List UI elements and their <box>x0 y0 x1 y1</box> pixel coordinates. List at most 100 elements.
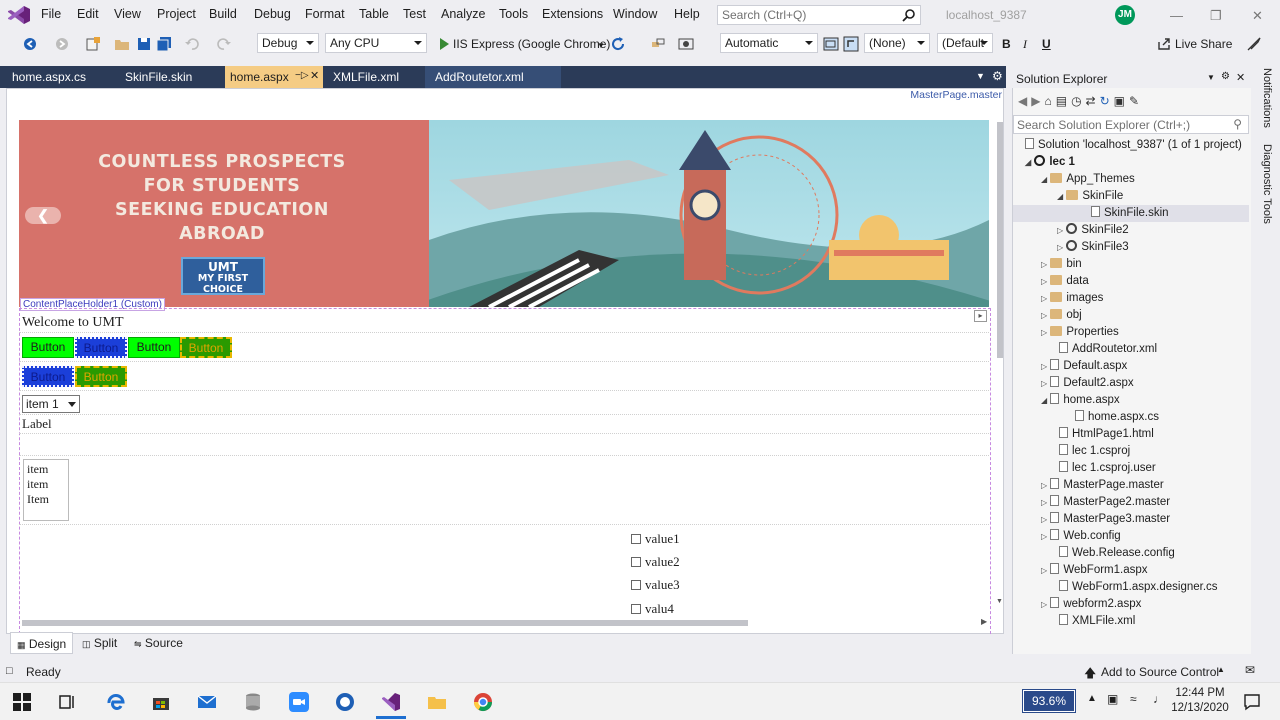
save-all-icon[interactable] <box>156 36 172 52</box>
tab-source[interactable]: ⇋ Source <box>128 632 189 654</box>
tab-list-dropdown-icon[interactable]: ▼ <box>976 71 985 81</box>
pin-icon[interactable]: −▷ <box>295 70 309 81</box>
solution-explorer-search-input[interactable]: Search Solution Explorer (Ctrl+;) ⚲ <box>1013 115 1249 134</box>
menu-build[interactable]: Build <box>209 7 237 21</box>
sync-icon[interactable]: ⇄ <box>1086 94 1100 108</box>
output-window-icon[interactable]: □ <box>6 665 13 677</box>
tree-node-solution[interactable]: Solution 'localhost_9387' (1 of 1 projec… <box>1013 137 1249 154</box>
auto-hide-pin-icon[interactable]: ⚙ <box>1221 71 1230 82</box>
live-share-icon[interactable] <box>1156 36 1172 52</box>
scrollbar-thumb[interactable] <box>22 620 748 626</box>
tree-node-file[interactable]: Web.Release.config <box>1013 545 1249 562</box>
checkbox-value1[interactable] <box>631 534 641 544</box>
expanded-arrow-icon[interactable]: ◢ <box>1057 192 1063 201</box>
tree-node-file[interactable]: HtmlPage1.html <box>1013 426 1249 443</box>
solution-platform-dropdown[interactable]: Any CPU <box>325 33 427 53</box>
close-icon[interactable]: ✕ <box>1252 8 1263 24</box>
tree-node-file[interactable]: WebForm1.aspx.designer.cs <box>1013 579 1249 596</box>
browser-link-icon[interactable] <box>650 36 666 52</box>
tab-home-aspx[interactable]: home.aspx −▷ ✕ <box>225 66 323 88</box>
app-shortcut-icon[interactable] <box>335 692 355 712</box>
tree-node-file[interactable]: ▷ webform2.aspx <box>1013 596 1249 613</box>
asp-button-3[interactable]: Button <box>128 337 180 358</box>
diagnostic-tools-tab[interactable]: Diagnostic Tools <box>1261 144 1273 224</box>
tree-node-file[interactable]: ▷ MasterPage.master <box>1013 477 1249 494</box>
collapsed-arrow-icon[interactable]: ▷ <box>1041 532 1047 541</box>
tab-split[interactable]: ◫ Split <box>76 632 123 654</box>
save-icon[interactable] <box>136 36 152 52</box>
switch-views-icon[interactable]: ▤ <box>1056 94 1071 108</box>
bold-button[interactable]: B <box>1002 37 1011 51</box>
tree-node-file[interactable]: AddRoutetor.xml <box>1013 341 1249 358</box>
show-hidden-icons-icon[interactable]: ▲ <box>1087 693 1097 704</box>
menu-file[interactable]: File <box>41 7 61 21</box>
open-folder-icon[interactable] <box>114 36 130 52</box>
menu-analyze[interactable]: Analyze <box>441 7 485 21</box>
refresh-icon[interactable] <box>610 36 626 52</box>
tree-node-folder[interactable]: ◢ SkinFile <box>1013 188 1249 205</box>
panel-menu-icon[interactable]: ▼ <box>1207 73 1215 82</box>
tree-node-folder[interactable]: ▷ Properties <box>1013 324 1249 341</box>
collapsed-arrow-icon[interactable]: ▷ <box>1041 311 1047 320</box>
design-surface[interactable]: MasterPage.master ❮ COUNTLESS PROSPECTS … <box>6 88 1004 634</box>
tree-node-folder[interactable]: ▷ images <box>1013 290 1249 307</box>
collapsed-arrow-icon[interactable]: ▷ <box>1057 243 1063 252</box>
asp-dropdownlist[interactable]: item 1 <box>22 395 80 413</box>
tree-node-folder[interactable]: ▷ SkinFile3 <box>1013 239 1249 256</box>
notifications-tab[interactable]: Notifications <box>1261 68 1273 128</box>
visual-studio-taskbar-icon[interactable] <box>381 692 401 712</box>
edge-browser-icon[interactable] <box>106 692 126 712</box>
collapsed-arrow-icon[interactable]: ▷ <box>1057 226 1063 235</box>
font-name-dropdown[interactable]: (Default <box>937 33 993 53</box>
tree-node-file[interactable]: ▷ MasterPage2.master <box>1013 494 1249 511</box>
tab-design[interactable]: ▦ Design <box>10 632 74 654</box>
tab-home-aspx-cs[interactable]: home.aspx.cs <box>2 66 96 88</box>
store-icon[interactable] <box>151 692 171 712</box>
tab-skinfile-skin[interactable]: SkinFile.skin <box>115 66 202 88</box>
tab-settings-gear-icon[interactable]: ⚙ <box>992 69 1003 83</box>
forward-icon[interactable]: ▶ <box>1031 94 1044 108</box>
menu-test[interactable]: Test <box>403 7 426 21</box>
properties-icon[interactable]: ✎ <box>1129 94 1143 108</box>
menu-window[interactable]: Window <box>613 7 657 21</box>
tree-node-folder[interactable]: ▷ obj <box>1013 307 1249 324</box>
menu-debug[interactable]: Debug <box>254 7 291 21</box>
screenshot-icon[interactable] <box>678 36 694 52</box>
tree-node-file[interactable]: ▷ Default.aspx <box>1013 358 1249 375</box>
collapsed-arrow-icon[interactable]: ▷ <box>1041 379 1047 388</box>
tree-node-file[interactable]: XMLFile.xml <box>1013 613 1249 630</box>
positioning-dropdown[interactable]: Automatic <box>720 33 818 53</box>
collapsed-arrow-icon[interactable]: ▷ <box>1041 498 1047 507</box>
menu-project[interactable]: Project <box>157 7 196 21</box>
tree-node-folder[interactable]: ▷ bin <box>1013 256 1249 273</box>
checkbox-value3[interactable] <box>631 580 641 590</box>
asp-button-5[interactable]: Button <box>22 366 74 387</box>
italic-button[interactable]: I <box>1023 37 1027 52</box>
asp-button-2[interactable]: Button <box>75 337 127 358</box>
clock[interactable]: 12:44 PM 12/13/2020 <box>1170 686 1230 716</box>
tree-node-folder[interactable]: ◢ App_Themes <box>1013 171 1249 188</box>
battery-icon[interactable]: ▣ <box>1107 692 1118 706</box>
css-style-dropdown[interactable]: (None) <box>864 33 930 53</box>
expanded-arrow-icon[interactable]: ◢ <box>1041 396 1047 405</box>
tree-node-file[interactable]: ▷ MasterPage3.master <box>1013 511 1249 528</box>
refresh-icon[interactable]: ↻ <box>1100 94 1114 108</box>
back-icon[interactable] <box>22 36 38 52</box>
collapse-all-icon[interactable]: ▣ <box>1114 94 1129 108</box>
collapsed-arrow-icon[interactable]: ▷ <box>1041 362 1047 371</box>
smart-tag-arrow-icon[interactable]: ▸ <box>974 310 987 322</box>
collapsed-arrow-icon[interactable]: ▷ <box>1041 260 1047 269</box>
file-explorer-icon[interactable] <box>427 692 447 712</box>
database-icon[interactable] <box>243 692 263 712</box>
collapsed-arrow-icon[interactable]: ▷ <box>1041 481 1047 490</box>
notification-bell-icon[interactable]: ✉ <box>1245 663 1255 677</box>
minimize-icon[interactable]: — <box>1170 8 1183 23</box>
asp-button-1[interactable]: Button <box>22 337 74 358</box>
undo-icon[interactable] <box>184 36 200 52</box>
listbox-item[interactable]: item <box>27 462 65 477</box>
volume-icon[interactable]: ♩ <box>1153 692 1165 706</box>
menu-view[interactable]: View <box>114 7 141 21</box>
zoom-meetings-icon[interactable] <box>289 692 309 712</box>
forward-icon[interactable] <box>54 36 70 52</box>
scroll-right-icon[interactable]: ▶ <box>981 617 987 626</box>
